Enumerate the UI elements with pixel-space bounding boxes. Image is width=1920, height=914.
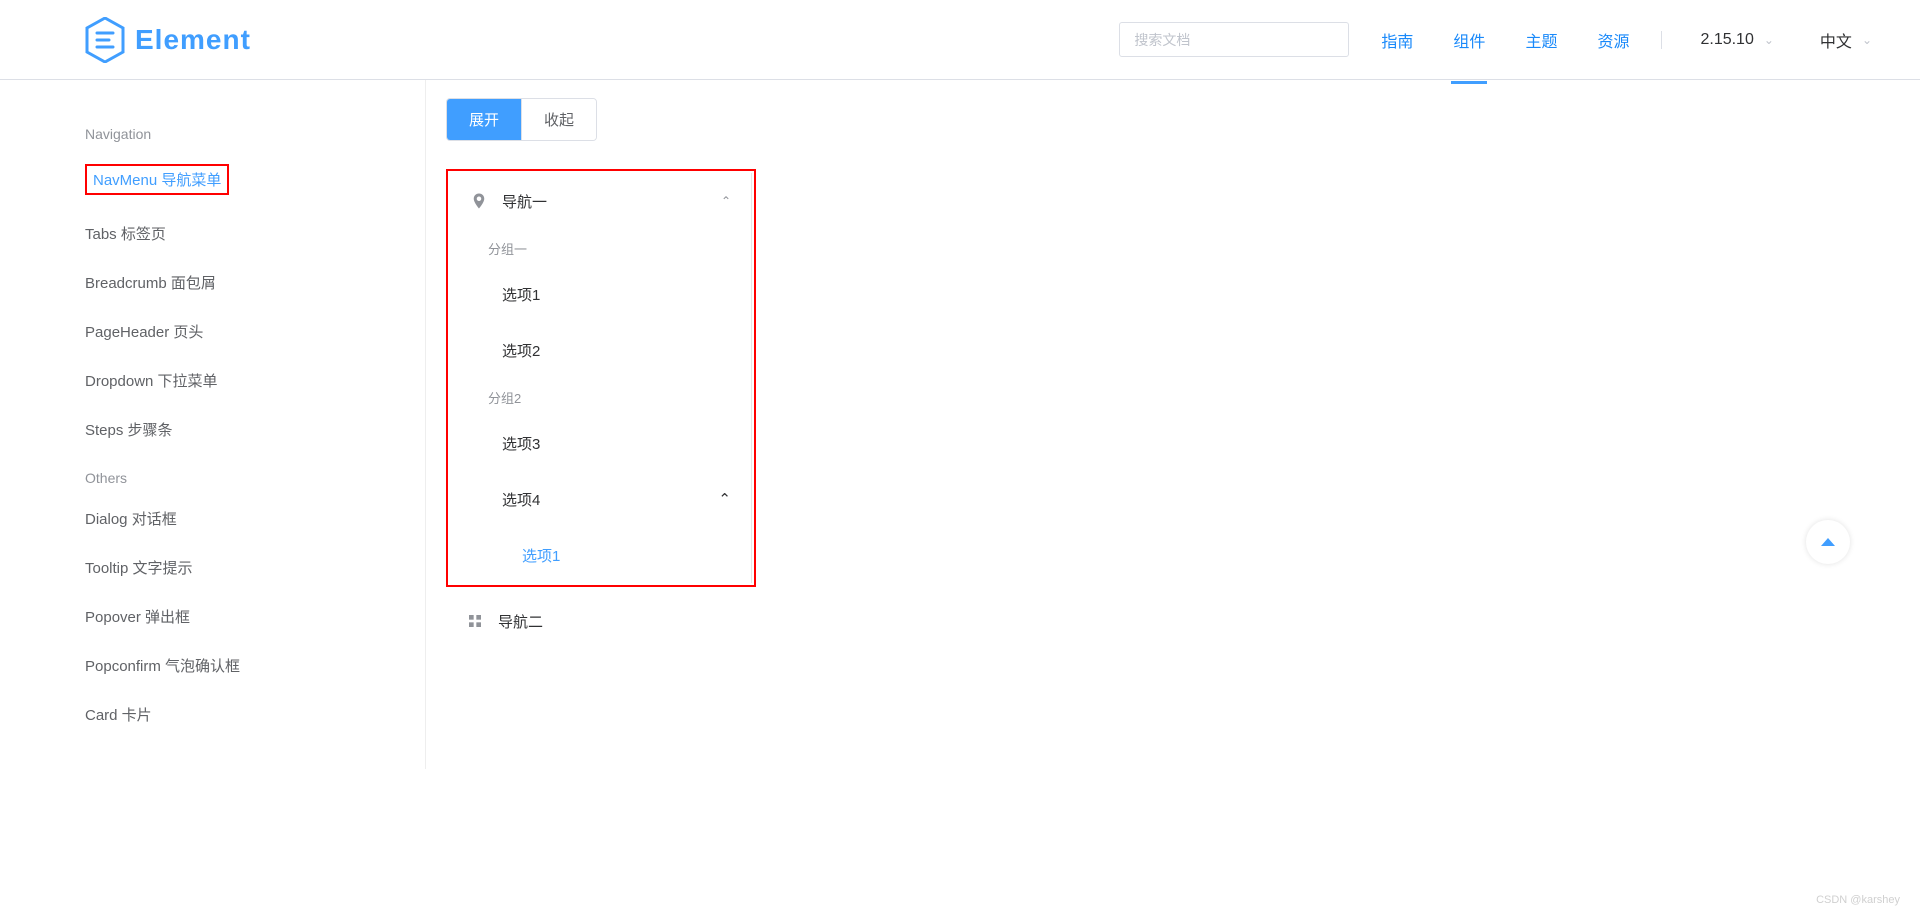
- menu-group1-title: 分组一: [450, 229, 751, 266]
- sidebar-group-navigation: Navigation: [85, 118, 425, 150]
- location-icon: [470, 192, 488, 210]
- collapse-toggle-group: 展开 收起: [446, 98, 597, 141]
- sidebar-item-tooltip[interactable]: Tooltip 文字提示: [85, 543, 425, 592]
- sidebar-item-steps[interactable]: Steps 步骤条: [85, 405, 425, 454]
- chevron-down-icon: ⌄: [1764, 33, 1774, 47]
- logo[interactable]: Element: [85, 17, 251, 63]
- menu-item-option3[interactable]: 选项3: [450, 415, 751, 471]
- submenu-nav1[interactable]: 导航一 ⌃: [450, 173, 751, 229]
- sidebar-item-card[interactable]: Card 卡片: [85, 690, 425, 739]
- nav-guide[interactable]: 指南: [1379, 28, 1415, 52]
- menu-group2-title: 分组2: [450, 378, 751, 415]
- nav-theme[interactable]: 主题: [1523, 28, 1559, 52]
- chevron-up-icon: ⌃: [718, 490, 731, 508]
- collapse-button[interactable]: 收起: [521, 99, 596, 140]
- chevron-up-icon: ⌃: [721, 194, 731, 208]
- element-logo-icon: [85, 17, 125, 63]
- sidebar-group-others: Others: [85, 462, 425, 494]
- main-content: 展开 收起 导航一 ⌃ 分组一 选项1 选项2 分组2 选项3: [425, 80, 1835, 769]
- sidebar-item-pageheader[interactable]: PageHeader 页头: [85, 307, 425, 356]
- menu-item-sub-option1[interactable]: 选项1: [450, 527, 751, 583]
- sidebar-item-navmenu[interactable]: NavMenu 导航菜单: [85, 150, 425, 209]
- sidebar-item-dropdown[interactable]: Dropdown 下拉菜单: [85, 356, 425, 405]
- chevron-down-icon: ⌄: [1862, 33, 1872, 47]
- expand-button[interactable]: 展开: [447, 99, 521, 140]
- logo-text: Element: [135, 24, 251, 56]
- back-to-top-button[interactable]: [1806, 520, 1850, 564]
- submenu-nav2-label: 导航二: [498, 611, 543, 632]
- sidebar-item-dialog[interactable]: Dialog 对话框: [85, 494, 425, 543]
- nav-resource[interactable]: 资源: [1595, 28, 1631, 52]
- caret-up-icon: [1821, 538, 1835, 546]
- submenu-option4-label: 选项4: [502, 489, 540, 510]
- version-select[interactable]: 2.15.10 ⌄: [1692, 31, 1781, 49]
- search-input[interactable]: [1119, 22, 1349, 57]
- language-label: 中文: [1820, 28, 1852, 52]
- sidebar-item-tabs[interactable]: Tabs 标签页: [85, 209, 425, 258]
- sidebar-item-popconfirm[interactable]: Popconfirm 气泡确认框: [85, 641, 425, 690]
- version-label: 2.15.10: [1700, 31, 1753, 49]
- submenu-nav2[interactable]: 导航二: [446, 593, 752, 649]
- vertical-menu: 导航一 ⌃ 分组一 选项1 选项2 分组2 选项3 选项4 ⌃ 选项1: [450, 173, 752, 583]
- sidebar-item-breadcrumb[interactable]: Breadcrumb 面包屑: [85, 258, 425, 307]
- nav-component[interactable]: 组件: [1451, 28, 1487, 52]
- menu-item-option1[interactable]: 选项1: [450, 266, 751, 322]
- sidebar: Navigation NavMenu 导航菜单 Tabs 标签页 Breadcr…: [85, 80, 425, 769]
- divider: [1661, 31, 1662, 49]
- demo-menu-highlight: 导航一 ⌃ 分组一 选项1 选项2 分组2 选项3 选项4 ⌃ 选项1: [446, 169, 756, 587]
- submenu-option4[interactable]: 选项4 ⌃: [450, 471, 751, 527]
- menu-grid-icon: [466, 612, 484, 630]
- sidebar-item-popover[interactable]: Popover 弹出框: [85, 592, 425, 641]
- menu-item-option2[interactable]: 选项2: [450, 322, 751, 378]
- language-select[interactable]: 中文 ⌄: [1812, 28, 1880, 52]
- submenu-nav1-label: 导航一: [502, 191, 547, 212]
- watermark: CSDN @karshey: [1816, 894, 1900, 906]
